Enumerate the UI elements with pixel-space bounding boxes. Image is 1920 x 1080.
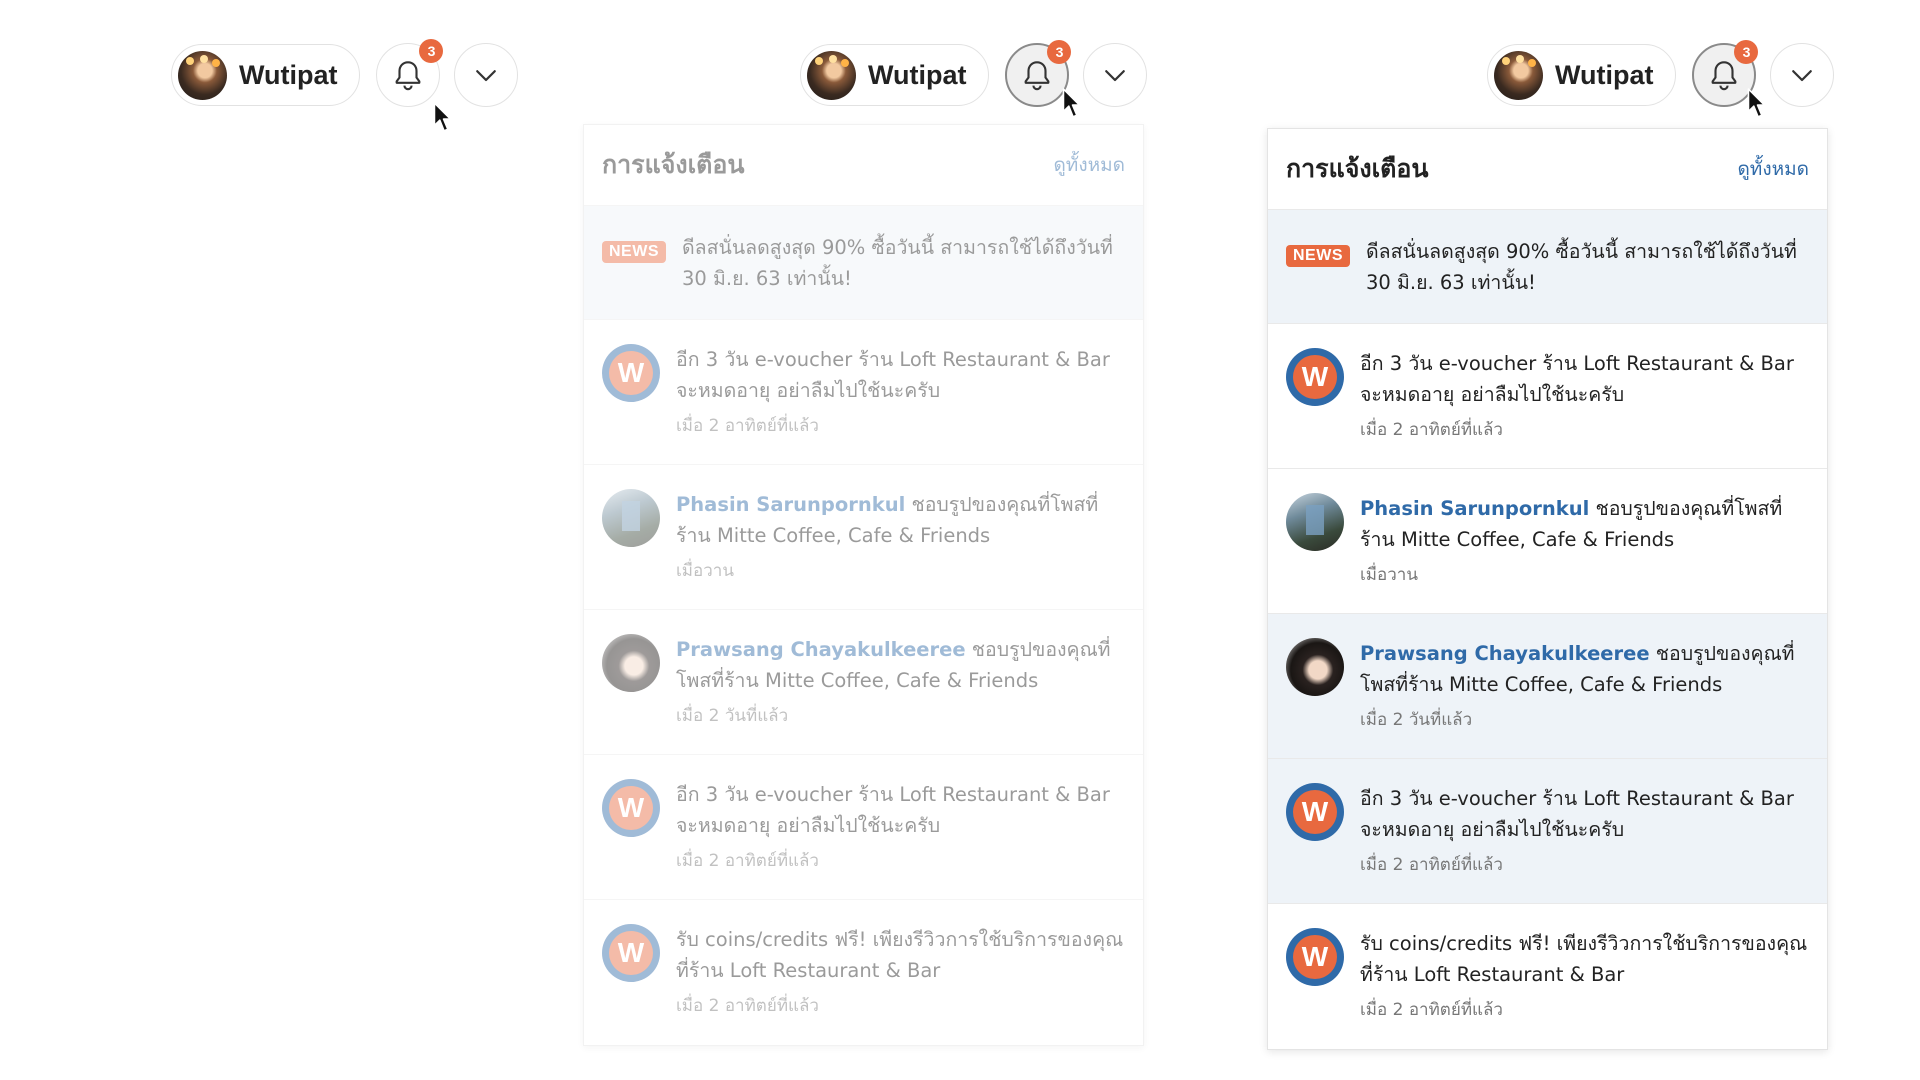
news-badge: NEWS [1286, 244, 1350, 267]
notification-count-badge: 3 [1047, 40, 1072, 64]
wongnai-logo-icon: W [1286, 348, 1344, 406]
wongnai-logo-icon: W [1286, 783, 1344, 841]
notification-bell-button[interactable]: 3 [376, 39, 444, 107]
user-avatar [602, 489, 660, 547]
notification-bell-button[interactable]: 3 [1005, 40, 1072, 107]
notification-text: อีก 3 วัน e-voucher ร้าน Loft Restaurant… [1360, 352, 1794, 406]
wongnai-logo-icon: W [602, 344, 660, 402]
notification-text: อีก 3 วัน e-voucher ร้าน Loft Restaurant… [676, 348, 1110, 402]
bell-icon [1025, 61, 1050, 91]
notification-time: เมื่อ 2 อาทิตย์ที่แล้ว [676, 996, 819, 1016]
notification-time: เมื่อ 2 อาทิตย์ที่แล้ว [1360, 855, 1503, 875]
notification-item[interactable]: Phasin Sarunpornkul ชอบรูปของคุณที่โพสที… [1268, 469, 1827, 614]
panel-title: การแจ้งเตือน [1286, 154, 1429, 183]
notification-user-link[interactable]: Prawsang Chayakulkeeree [1360, 642, 1650, 665]
panel-header: การแจ้งเตือน ดูทั้งหมด [584, 125, 1143, 206]
news-text: ดีลสนั่นลดสูงสุด 90% ซื้อวันนี้ สามารถใช… [1366, 239, 1797, 294]
user-bar: Wutipat 3 [1487, 40, 1835, 107]
notification-user-link[interactable]: Phasin Sarunpornkul [676, 493, 905, 516]
user-avatar [178, 50, 227, 100]
notification-time: เมื่อวาน [676, 561, 734, 581]
notification-text: รับ coins/credits ฟรี! เพียงรีวิวการใช้บ… [676, 928, 1124, 982]
news-badge: NEWS [602, 240, 666, 263]
notification-user-link[interactable]: Prawsang Chayakulkeeree [676, 638, 966, 661]
notification-item[interactable]: W อีก 3 วัน e-voucher ร้าน Loft Restaura… [1268, 324, 1827, 469]
notification-text: รับ coins/credits ฟรี! เพียงรีวิวการใช้บ… [1360, 932, 1808, 986]
panel-title: การแจ้งเตือน [602, 150, 745, 179]
news-text: ดีลสนั่นลดสูงสุด 90% ซื้อวันนี้ สามารถใช… [682, 235, 1113, 290]
chevron-down-icon [1792, 70, 1813, 82]
user-bar: Wutipat 3 [171, 39, 519, 107]
dropdown-button[interactable] [1083, 43, 1148, 107]
user-avatar [602, 634, 660, 692]
notification-count-badge: 3 [419, 39, 444, 63]
wongnai-logo-icon: W [602, 924, 660, 982]
dropdown-button[interactable] [1770, 43, 1835, 107]
notification-item[interactable]: Prawsang Chayakulkeeree ชอบรูปของคุณที่โ… [1268, 614, 1827, 759]
view-all-link[interactable]: ดูทั้งหมด [1053, 150, 1125, 180]
news-item[interactable]: NEWS ดีลสนั่นลดสูงสุด 90% ซื้อวันนี้ สาม… [584, 206, 1143, 320]
notification-time: เมื่อวาน [1360, 565, 1418, 585]
user-bar: Wutipat 3 [800, 40, 1148, 107]
notification-item[interactable]: Prawsang Chayakulkeeree ชอบรูปของคุณที่โ… [584, 610, 1143, 755]
user-avatar [1286, 638, 1344, 696]
notification-time: เมื่อ 2 อาทิตย์ที่แล้ว [1360, 420, 1503, 440]
mouse-cursor-icon [1062, 88, 1081, 118]
user-menu-button[interactable]: Wutipat [171, 44, 361, 106]
notification-time: เมื่อ 2 อาทิตย์ที่แล้ว [676, 851, 819, 871]
view-all-link[interactable]: ดูทั้งหมด [1737, 154, 1809, 184]
user-name: Wutipat [1555, 59, 1654, 90]
user-name: Wutipat [868, 59, 967, 90]
notification-item[interactable]: W อีก 3 วัน e-voucher ร้าน Loft Restaura… [1268, 759, 1827, 904]
notification-time: เมื่อ 2 วันที่แล้ว [676, 706, 789, 726]
notification-time: เมื่อ 2 วันที่แล้ว [1360, 710, 1473, 730]
notification-item[interactable]: W รับ coins/credits ฟรี! เพียงรีวิวการใช… [584, 900, 1143, 1045]
user-avatar [1494, 50, 1543, 100]
mouse-cursor-icon [1747, 88, 1766, 118]
user-menu-button[interactable]: Wutipat [800, 44, 990, 106]
user-avatar [1286, 493, 1344, 551]
user-menu-button[interactable]: Wutipat [1487, 44, 1677, 106]
notification-panel: การแจ้งเตือน ดูทั้งหมด NEWS ดีลสนั่นลดสู… [583, 124, 1144, 1046]
notification-item[interactable]: W อีก 3 วัน e-voucher ร้าน Loft Restaura… [584, 755, 1143, 900]
news-item[interactable]: NEWS ดีลสนั่นลดสูงสุด 90% ซื้อวันนี้ สาม… [1268, 210, 1827, 324]
notification-panel: การแจ้งเตือน ดูทั้งหมด NEWS ดีลสนั่นลดสู… [1267, 128, 1828, 1050]
notification-count-badge: 3 [1734, 40, 1759, 64]
dropdown-button[interactable] [454, 43, 519, 107]
wongnai-logo-icon: W [1286, 928, 1344, 986]
notification-time: เมื่อ 2 อาทิตย์ที่แล้ว [676, 416, 819, 436]
panel-header: การแจ้งเตือน ดูทั้งหมด [1268, 129, 1827, 210]
notification-item[interactable]: W รับ coins/credits ฟรี! เพียงรีวิวการใช… [1268, 904, 1827, 1049]
notification-user-link[interactable]: Phasin Sarunpornkul [1360, 497, 1589, 520]
bell-icon [1712, 61, 1737, 91]
notification-time: เมื่อ 2 อาทิตย์ที่แล้ว [1360, 1000, 1503, 1020]
notification-item[interactable]: Phasin Sarunpornkul ชอบรูปของคุณที่โพสที… [584, 465, 1143, 610]
notification-text: อีก 3 วัน e-voucher ร้าน Loft Restaurant… [676, 783, 1110, 837]
bell-icon [396, 61, 421, 91]
user-avatar [807, 50, 856, 100]
notification-item[interactable]: W อีก 3 วัน e-voucher ร้าน Loft Restaura… [584, 320, 1143, 465]
chevron-down-icon [1105, 70, 1126, 82]
wongnai-logo-icon: W [602, 779, 660, 837]
mouse-cursor-icon [433, 102, 452, 132]
chevron-down-icon [476, 70, 497, 82]
notification-text: อีก 3 วัน e-voucher ร้าน Loft Restaurant… [1360, 787, 1794, 841]
user-name: Wutipat [239, 59, 338, 90]
